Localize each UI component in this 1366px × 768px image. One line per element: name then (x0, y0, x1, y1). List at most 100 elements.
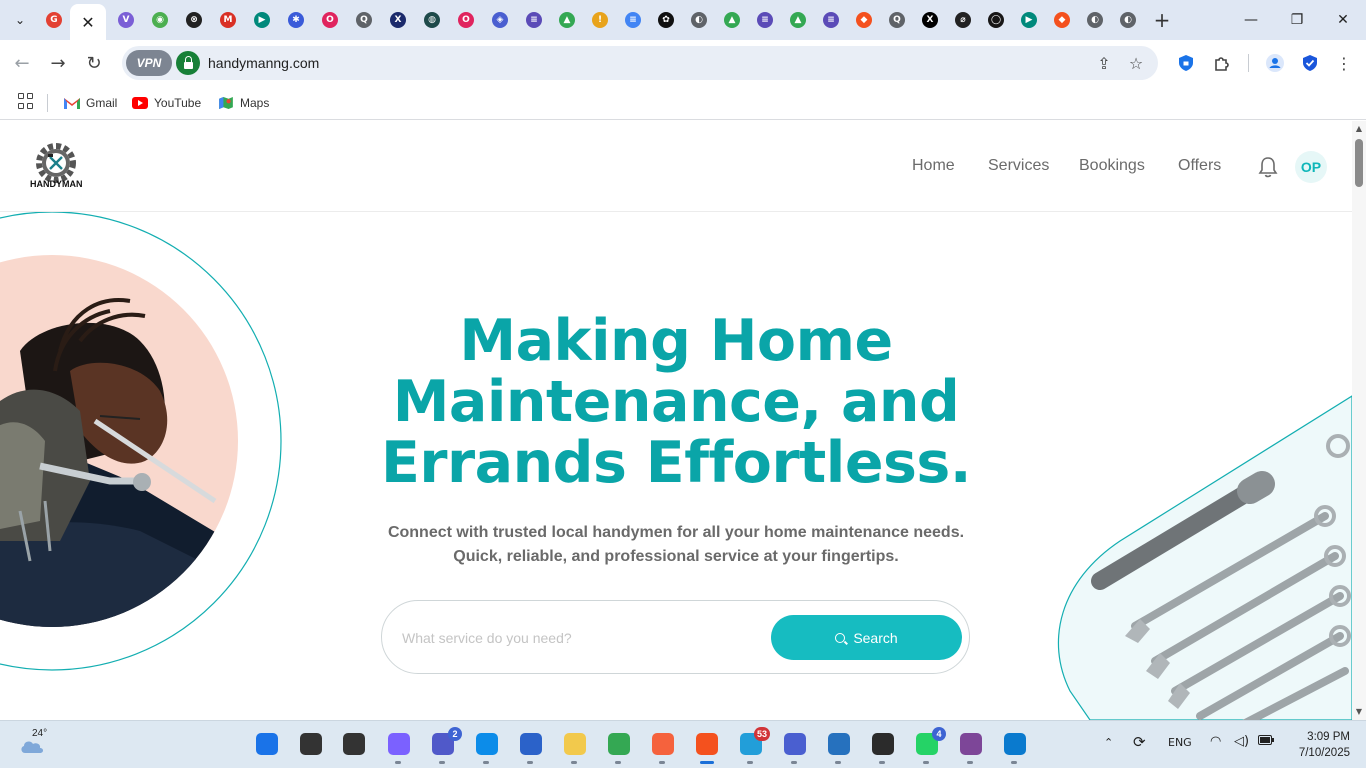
task-view-icon (343, 733, 365, 755)
bookmark-youtube[interactable]: YouTube (132, 92, 201, 114)
taskbar-app-telegram[interactable]: 53 (738, 727, 770, 764)
taskbar-app-vscode[interactable] (1002, 731, 1028, 764)
lock-icon[interactable] (176, 51, 200, 75)
browser-tab[interactable]: ▶ (1015, 6, 1043, 34)
taskbar-app-brave-active[interactable] (694, 731, 720, 764)
browser-tab[interactable]: O (452, 6, 480, 34)
browser-tab[interactable]: ◈ (486, 6, 514, 34)
browser-tab[interactable]: ◍ (418, 6, 446, 34)
page-scrollbar[interactable]: ▲ ▼ (1352, 121, 1366, 720)
browser-tab[interactable]: ▲ (553, 6, 581, 34)
proton-icon (784, 733, 806, 755)
browser-tab[interactable]: ▲ (784, 6, 812, 34)
taskbar-app-teams[interactable]: 2 (430, 727, 462, 764)
browser-tab[interactable]: ◆ (1048, 6, 1076, 34)
taskbar-app-file-explorer[interactable] (562, 731, 588, 764)
address-bar[interactable]: VPN handymanng.com ⇪ ☆ (122, 46, 1158, 80)
browser-tab[interactable]: V (112, 6, 140, 34)
browser-tab[interactable]: ◆ (850, 6, 878, 34)
show-hidden-icons-chevron-icon[interactable]: ⌃ (1104, 736, 1113, 749)
new-tab-button[interactable]: + (1150, 8, 1174, 32)
taskbar-app-copilot[interactable] (386, 731, 412, 764)
bookmark-gmail[interactable]: Gmail (64, 92, 117, 114)
input-language[interactable]: ENG (1168, 736, 1192, 749)
browser-tab[interactable]: ◉ (146, 6, 174, 34)
user-avatar[interactable]: OP (1295, 151, 1327, 183)
taskbar-app-start[interactable] (254, 731, 280, 757)
browser-tab[interactable]: ◐ (1114, 6, 1142, 34)
taskbar-app-powershell[interactable] (826, 731, 852, 764)
minimize-icon[interactable]: — (1228, 0, 1274, 40)
tab-search-chevron-icon[interactable]: ⌄ (8, 8, 32, 32)
taskbar-app-search[interactable] (298, 731, 324, 757)
nav-offers[interactable]: Offers (1178, 157, 1221, 175)
taskbar-app-whatsapp[interactable]: 4 (914, 727, 946, 764)
taskbar-app-store[interactable] (518, 731, 544, 764)
battery-icon[interactable] (1258, 734, 1274, 748)
scroll-thumb[interactable] (1355, 139, 1363, 187)
active-tab[interactable]: ✕ (70, 4, 106, 40)
browser-tab[interactable]: ◐ (1081, 6, 1109, 34)
browser-tab[interactable]: O (316, 6, 344, 34)
browser-tab[interactable]: X (916, 6, 944, 34)
browser-tab[interactable]: ▲ (718, 6, 746, 34)
service-search-input[interactable] (402, 625, 762, 651)
taskbar-app-tor[interactable] (958, 731, 984, 764)
browser-tab[interactable]: ▶ (248, 6, 276, 34)
url-text[interactable]: handymanng.com (208, 55, 319, 71)
bookmark-star-icon[interactable]: ☆ (1126, 53, 1146, 73)
browser-tab[interactable]: ⊗ (180, 6, 208, 34)
chatgpt-tab-icon: ◍ (424, 12, 440, 28)
volume-icon[interactable]: ◁) (1234, 734, 1249, 749)
vpn-shield-icon[interactable] (1174, 51, 1198, 75)
close-window-icon[interactable]: ✕ (1320, 0, 1366, 40)
notification-bell-icon[interactable] (1257, 155, 1279, 179)
apps-grid-icon[interactable] (18, 93, 34, 109)
browser-tab[interactable]: Q (883, 6, 911, 34)
restore-icon[interactable]: ❐ (1274, 0, 1320, 40)
taskbar-app-proton[interactable] (782, 731, 808, 764)
search-button[interactable]: Search (771, 615, 962, 660)
globe-tab-icon: ◐ (691, 12, 707, 28)
forward-arrow-icon[interactable]: → (44, 49, 72, 77)
profile-icon[interactable] (1263, 51, 1287, 75)
browser-tab[interactable]: ≡ (751, 6, 779, 34)
taskbar-app-chrome[interactable] (606, 731, 632, 764)
nav-bookings[interactable]: Bookings (1079, 157, 1145, 175)
extensions-puzzle-icon[interactable] (1210, 51, 1234, 75)
browser-tab[interactable]: ✱ (282, 6, 310, 34)
wifi-icon[interactable]: ◠ (1210, 734, 1221, 749)
browser-tab[interactable]: ✿ (652, 6, 680, 34)
browser-tab[interactable]: ◯ (982, 6, 1010, 34)
security-shield-check-icon[interactable] (1298, 51, 1322, 75)
scroll-up-arrow-icon[interactable]: ▲ (1355, 125, 1363, 133)
taskbar-app-terminal[interactable] (870, 731, 896, 764)
running-indicator (1011, 761, 1017, 764)
browser-tab[interactable]: ≡ (520, 6, 548, 34)
browser-tab[interactable]: ! (586, 6, 614, 34)
bookmark-maps[interactable]: Maps (218, 92, 269, 114)
close-tab-icon[interactable]: ✕ (81, 13, 94, 32)
taskbar-app-app-orange[interactable] (650, 731, 676, 764)
browser-tab[interactable]: G (40, 6, 68, 34)
browser-tab[interactable]: ◐ (685, 6, 713, 34)
browser-tab[interactable]: M (214, 6, 242, 34)
taskbar-app-edge[interactable] (474, 731, 500, 764)
share-icon[interactable]: ⇪ (1094, 53, 1114, 73)
nav-home[interactable]: Home (912, 157, 955, 175)
nav-services[interactable]: Services (988, 157, 1049, 175)
browser-tab[interactable]: Q (350, 6, 378, 34)
browser-tab[interactable]: ≡ (619, 6, 647, 34)
vpn-badge[interactable]: VPN (126, 50, 172, 76)
running-indicator (879, 761, 885, 764)
reload-icon[interactable]: ↻ (80, 49, 108, 77)
menu-kebab-icon[interactable]: ⋮ (1332, 51, 1356, 75)
clock[interactable]: 3:09 PM 7/10/2025 (1290, 729, 1350, 761)
browser-tab[interactable]: ≡ (817, 6, 845, 34)
taskbar-app-task-view[interactable] (341, 731, 367, 757)
back-arrow-icon[interactable]: ← (8, 49, 36, 77)
sync-icon[interactable]: ⟳ (1133, 733, 1146, 751)
scroll-down-arrow-icon[interactable]: ▼ (1355, 708, 1363, 716)
browser-tab[interactable]: ⌀ (949, 6, 977, 34)
browser-tab[interactable]: X (384, 6, 412, 34)
